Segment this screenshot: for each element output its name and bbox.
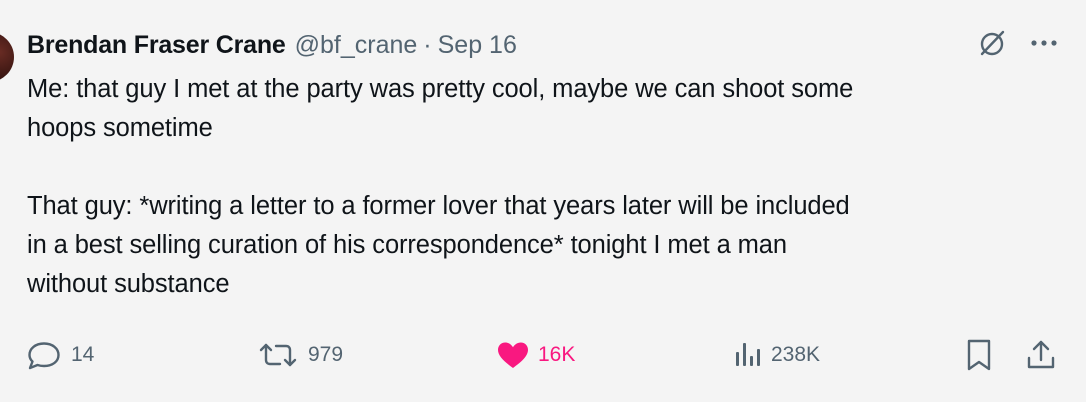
reply-icon [25,340,63,370]
author-name[interactable]: Brendan Fraser Crane [27,31,286,60]
action-bar: 14 979 16K 238K [0,333,1086,377]
bookmark-icon [964,338,994,372]
views-count: 238K [771,343,821,366]
heart-icon [496,340,530,370]
reply-count: 14 [71,343,95,366]
views-chart-icon [733,340,763,370]
share-upload-icon [1025,338,1057,372]
author-handle[interactable]: @bf_crane [295,31,418,60]
more-dots-icon[interactable] [1030,38,1058,48]
separator-dot: · [423,30,432,59]
like-count: 16K [538,343,576,366]
tweet-date[interactable]: Sep 16 [438,31,517,60]
repost-button[interactable]: 979 [256,333,343,377]
repost-icon [256,340,300,370]
tweet: Brendan Fraser Crane @bf_crane · Sep 16 … [0,0,1086,402]
share-button[interactable] [1025,333,1057,377]
tweet-text: Me: that guy I met at the party was pret… [27,75,854,298]
bookmark-button[interactable] [964,333,994,377]
views-button[interactable]: 238K [733,333,820,377]
repost-count: 979 [308,343,344,366]
tweet-header: Brendan Fraser Crane @bf_crane · Sep 16 [27,28,517,62]
reply-button[interactable]: 14 [25,333,94,377]
grok-slash-icon[interactable] [976,27,1008,59]
like-button[interactable]: 16K [496,333,575,377]
header-icons [976,27,1058,59]
avatar[interactable] [0,32,14,82]
